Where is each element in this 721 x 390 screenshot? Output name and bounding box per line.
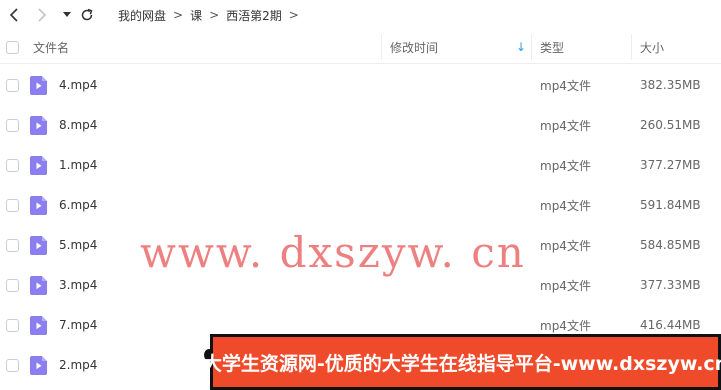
column-header-size[interactable]: 大小	[640, 30, 664, 64]
file-icon-cell	[30, 185, 47, 225]
file-size: 260.51MB	[640, 118, 701, 132]
column-header-modified[interactable]: 修改时间 ↓	[390, 30, 530, 64]
file-size: 591.84MB	[640, 198, 701, 212]
video-file-icon	[30, 355, 47, 375]
table-row[interactable]: 4.mp4 mp4文件 382.35MB	[0, 65, 721, 105]
history-dropdown-button[interactable]	[57, 5, 77, 25]
row-checkbox[interactable]	[6, 358, 19, 372]
chevron-right-icon	[38, 8, 47, 22]
forward-button[interactable]	[32, 5, 52, 25]
row-checkbox[interactable]	[6, 278, 19, 292]
column-header-size-label: 大小	[640, 40, 665, 55]
file-type: mp4文件	[540, 118, 591, 133]
row-checkbox[interactable]	[6, 158, 19, 172]
video-file-icon	[30, 235, 47, 255]
file-size: 377.27MB	[640, 158, 701, 172]
video-file-icon	[30, 195, 47, 215]
file-icon-cell	[30, 105, 47, 145]
video-file-icon	[30, 315, 47, 335]
file-icon-cell	[30, 265, 47, 305]
file-size: 377.33MB	[640, 278, 701, 292]
select-all-cell	[6, 30, 19, 64]
file-icon-cell	[30, 225, 47, 265]
column-divider[interactable]	[381, 34, 382, 60]
column-header-name[interactable]: 文件名	[33, 30, 69, 64]
row-checkbox-cell	[6, 105, 19, 145]
file-name[interactable]: 4.mp4	[59, 65, 97, 105]
select-all-checkbox[interactable]	[6, 40, 19, 54]
row-checkbox-cell	[6, 185, 19, 225]
row-checkbox-cell	[6, 265, 19, 305]
file-type: mp4文件	[540, 158, 591, 173]
table-row[interactable]: 1.mp4 mp4文件 377.27MB	[0, 145, 721, 185]
video-file-icon	[30, 155, 47, 175]
file-name[interactable]: 2.mp4	[59, 345, 97, 385]
file-name[interactable]: 7.mp4	[59, 305, 97, 345]
row-checkbox[interactable]	[6, 118, 19, 132]
column-header-type[interactable]: 类型	[540, 30, 564, 64]
refresh-button[interactable]	[77, 5, 97, 25]
row-checkbox[interactable]	[6, 318, 19, 332]
breadcrumb-item-course[interactable]: 课	[190, 7, 202, 24]
breadcrumb-separator: >	[288, 8, 299, 22]
table-row[interactable]: 6.mp4 mp4文件 591.84MB	[0, 185, 721, 225]
breadcrumb-separator: >	[209, 8, 220, 22]
file-type: mp4文件	[540, 198, 591, 213]
column-header-name-label: 文件名	[33, 40, 70, 55]
row-checkbox[interactable]	[6, 198, 19, 212]
table-header: 文件名 修改时间 ↓ 类型 大小	[0, 30, 721, 64]
back-button[interactable]	[4, 5, 24, 25]
row-checkbox-cell	[6, 345, 19, 385]
table-row[interactable]: 8.mp4 mp4文件 260.51MB	[0, 105, 721, 145]
video-file-icon	[30, 75, 47, 95]
file-icon-cell	[30, 345, 47, 385]
file-size: 584.85MB	[640, 238, 701, 252]
refresh-icon	[81, 8, 93, 21]
row-checkbox[interactable]	[6, 78, 19, 92]
file-name[interactable]: 8.mp4	[59, 105, 97, 145]
file-name[interactable]: 5.mp4	[59, 225, 97, 265]
video-file-icon	[30, 115, 47, 135]
file-name[interactable]: 6.mp4	[59, 185, 97, 225]
caret-down-icon	[63, 12, 71, 17]
file-size: 382.35MB	[640, 78, 701, 92]
file-name[interactable]: 1.mp4	[59, 145, 97, 185]
toolbar: 我的网盘 > 课 > 西浯第2期 >	[0, 0, 721, 30]
video-file-icon	[30, 275, 47, 295]
file-icon-cell	[30, 145, 47, 185]
row-checkbox-cell	[6, 225, 19, 265]
file-icon-cell	[30, 65, 47, 105]
breadcrumb-separator: >	[173, 8, 184, 22]
column-header-type-label: 类型	[540, 40, 565, 55]
ad-banner-text: 大学生资源网-优质的大学生在线指导平台-www.dxszyw.cn	[203, 337, 721, 387]
breadcrumb-item-my-drive[interactable]: 我的网盘	[118, 7, 166, 24]
row-checkbox-cell	[6, 145, 19, 185]
file-type: mp4文件	[540, 78, 591, 93]
column-header-modified-label: 修改时间	[390, 40, 439, 55]
column-divider[interactable]	[631, 34, 632, 60]
file-icon-cell	[30, 305, 47, 345]
breadcrumb: 我的网盘 > 课 > 西浯第2期 >	[118, 0, 306, 30]
file-type: mp4文件	[540, 278, 591, 293]
row-checkbox-cell	[6, 305, 19, 345]
sort-descending-icon: ↓	[515, 40, 526, 54]
file-type: mp4文件	[540, 238, 591, 253]
file-name[interactable]: 3.mp4	[59, 265, 97, 305]
watermark-text: www. dxszyw. cn	[140, 228, 526, 277]
column-divider[interactable]	[531, 34, 532, 60]
ad-banner[interactable]: 大学生资源网-优质的大学生在线指导平台-www.dxszyw.cn	[203, 334, 721, 390]
row-checkbox-cell	[6, 65, 19, 105]
row-checkbox[interactable]	[6, 238, 19, 252]
breadcrumb-item-current-folder[interactable]: 西浯第2期	[226, 7, 282, 24]
chevron-left-icon	[9, 8, 18, 22]
